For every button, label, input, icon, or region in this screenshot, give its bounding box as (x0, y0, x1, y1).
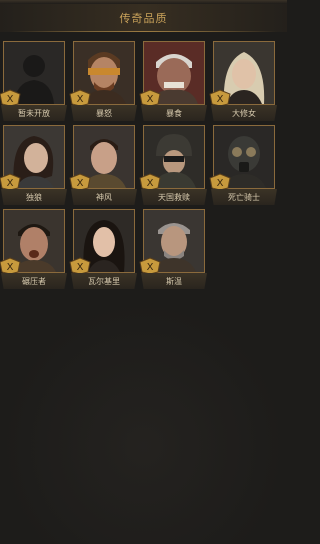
hero-name: 独狼 (26, 192, 42, 202)
header-divider (10, 31, 277, 32)
hero-name: 天国救赎 (158, 192, 190, 202)
hero-name: 碾压者 (22, 276, 46, 286)
legendary-badge-icon: X (69, 257, 91, 275)
hero-card-sven[interactable]: X 斯温 (139, 209, 207, 294)
hero-name-plate: 独狼 (1, 189, 67, 205)
svg-text:X: X (147, 178, 154, 189)
section-title: 传奇品质 (119, 12, 168, 25)
hero-name-plate: 暴食 (141, 105, 207, 121)
section-header: 传奇品质 (0, 4, 287, 32)
hero-card-grand-nun[interactable]: X 大修女 (209, 41, 277, 126)
hero-name: 大修女 (232, 108, 256, 118)
hero-name-plate: 大修女 (211, 105, 277, 121)
background-texture (0, 300, 287, 544)
hero-card-rage[interactable]: X 暴怒 (69, 41, 137, 126)
svg-text:X: X (147, 94, 154, 105)
legendary-badge-icon: X (0, 173, 21, 191)
svg-text:X: X (77, 262, 84, 273)
hero-name: 暴食 (166, 108, 182, 118)
legendary-badge-icon: X (139, 257, 161, 275)
legendary-badge-icon: X (0, 89, 21, 107)
hero-card-lone-wolf[interactable]: X 独狼 (0, 125, 67, 210)
legendary-badge-icon: X (69, 173, 91, 191)
hero-card-kamikaze[interactable]: X 神风 (69, 125, 137, 210)
hero-name-plate: 神风 (71, 189, 137, 205)
svg-text:X: X (147, 262, 154, 273)
hero-name-plate: 碾压者 (1, 273, 67, 289)
legendary-badge-icon: X (209, 173, 231, 191)
svg-text:X: X (77, 178, 84, 189)
legendary-badge-icon: X (209, 89, 231, 107)
svg-text:X: X (7, 262, 14, 273)
hero-name-plate: 死亡骑士 (211, 189, 277, 205)
hero-name: 神风 (96, 192, 112, 202)
svg-text:X: X (7, 94, 14, 105)
legendary-badge-icon: X (139, 89, 161, 107)
svg-text:X: X (217, 178, 224, 189)
legendary-badge-icon: X (0, 257, 21, 275)
svg-text:X: X (77, 94, 84, 105)
legendary-badge-icon: X (69, 89, 91, 107)
hero-name: 暴怒 (96, 108, 112, 118)
hero-name: 死亡骑士 (228, 192, 260, 202)
hero-name: 斯温 (166, 276, 182, 286)
hero-card-valkyrie[interactable]: X 瓦尔基里 (69, 209, 137, 294)
hero-name: 暂未开放 (18, 108, 50, 118)
legendary-badge-icon: X (139, 173, 161, 191)
hero-card-locked[interactable]: X 暂未开放 (0, 41, 67, 126)
hero-name-plate: 暂未开放 (1, 105, 67, 121)
hero-card-gluttony[interactable]: X 暴食 (139, 41, 207, 126)
hero-name-plate: 天国救赎 (141, 189, 207, 205)
hero-name-plate: 暴怒 (71, 105, 137, 121)
hero-name: 瓦尔基里 (88, 276, 120, 286)
hero-name-plate: 瓦尔基里 (71, 273, 137, 289)
hero-card-crusher[interactable]: X 碾压者 (0, 209, 67, 294)
hero-name-plate: 斯温 (141, 273, 207, 289)
hero-card-heavenly-redemption[interactable]: X 天国救赎 (139, 125, 207, 210)
svg-text:X: X (217, 94, 224, 105)
hero-card-death-knight[interactable]: X 死亡骑士 (209, 125, 277, 210)
svg-text:X: X (7, 178, 14, 189)
